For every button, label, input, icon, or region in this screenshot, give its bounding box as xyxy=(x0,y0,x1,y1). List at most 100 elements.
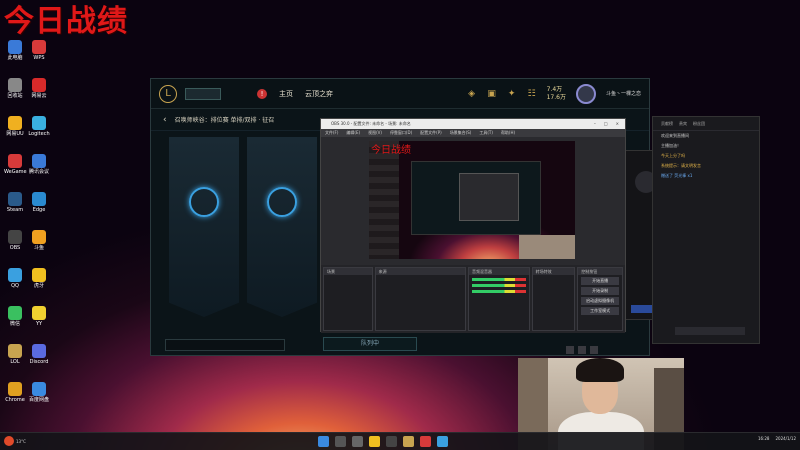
close-icon[interactable]: × xyxy=(616,119,619,129)
menu-scenes[interactable]: 场景集合(S) xyxy=(450,129,472,137)
desktop-icon[interactable]: 此电脑 xyxy=(4,40,26,61)
sources-dock-title: 来源 xyxy=(375,268,466,275)
task-view-icon[interactable] xyxy=(352,436,363,447)
chat-input[interactable] xyxy=(165,339,285,351)
desktop-icon-label: 微信 xyxy=(9,321,20,327)
desktop-icon[interactable]: Discord xyxy=(28,344,50,365)
menu-tools[interactable]: 工具(T) xyxy=(479,129,493,137)
app-icon xyxy=(8,306,22,320)
desktop-icon[interactable]: 斗鱼 xyxy=(28,230,50,251)
desktop-icon[interactable]: YY xyxy=(28,306,50,327)
nav-events[interactable]: ◈ xyxy=(467,89,477,99)
start-recording-button[interactable]: 开始录制 xyxy=(581,287,619,295)
studio-mode-button[interactable]: 工作室模式 xyxy=(581,307,619,315)
lol-taskbar-icon[interactable] xyxy=(403,436,414,447)
nav-collection[interactable]: ✦ xyxy=(507,89,517,99)
chat-tab[interactable]: 贵宾 xyxy=(679,121,687,127)
menu-profile[interactable]: 配置文件(P) xyxy=(420,129,442,137)
chat-tab[interactable]: 贡献榜 xyxy=(661,121,673,127)
desktop-icon[interactable]: QQ xyxy=(4,268,26,289)
nav-loot[interactable]: ☷ xyxy=(527,89,537,99)
desktop-icon[interactable]: 回收站 xyxy=(4,78,26,99)
loot-icon: ☷ xyxy=(527,88,536,99)
desktop-icon[interactable]: 百度网盘 xyxy=(28,382,50,403)
nav-store[interactable]: ▣ xyxy=(487,89,497,99)
desktop-icon-label: OBS xyxy=(9,245,21,251)
desktop-icon[interactable]: 微信 xyxy=(4,306,26,327)
menu-file[interactable]: 文件(F) xyxy=(325,129,338,137)
nav-home[interactable]: 主页 xyxy=(279,89,293,99)
desktop-icon[interactable]: Logitech xyxy=(28,116,50,137)
nav-cloud[interactable]: 云顶之弈 xyxy=(305,89,333,99)
desktop-icon[interactable]: Edge xyxy=(28,192,50,213)
obs-titlebar: OBS 30.0 - 配置文件: 未命名 - 场景: 未命名 – □ × xyxy=(321,119,625,129)
chat-tabs: 贡献榜 贵宾 粉丝团 xyxy=(653,117,759,131)
tray-date[interactable]: 2024/1/12 xyxy=(775,436,796,441)
desktop-icon[interactable]: 虎牙 xyxy=(28,268,50,289)
obs-preview[interactable]: 今日战绩 xyxy=(369,141,575,259)
desktop-icon[interactable]: Steam xyxy=(4,192,26,213)
chat-message: 欢迎来到直播间 xyxy=(661,133,689,138)
desktop-icon-label: 腾讯会议 xyxy=(28,169,49,175)
desktop-icon[interactable]: WPS xyxy=(28,40,50,61)
app-icon xyxy=(32,116,46,130)
system-tray: 16:28 2024/1/12 xyxy=(758,436,796,441)
menu-docks[interactable]: 停靠窗口(D) xyxy=(390,129,412,137)
app-icon xyxy=(8,116,22,130)
controls-dock: 控制按钮 开始直播 开始录制 启动虚拟摄像机 工作室模式 xyxy=(577,267,623,331)
back-button[interactable]: ‹ xyxy=(163,115,167,125)
chat-message: 赠送了 荧光棒 x1 xyxy=(661,173,693,178)
preview-overlay-text: 今日战绩 xyxy=(371,145,411,156)
virtual-camera-button[interactable]: 启动虚拟摄像机 xyxy=(581,297,619,305)
app-icon xyxy=(32,382,46,396)
app-icon xyxy=(8,382,22,396)
player-name: 斗鱼丶一棵之恋 xyxy=(605,91,641,97)
start-streaming-button[interactable]: 开始直播 xyxy=(581,277,619,285)
live-chat-panel: 贡献榜 贵宾 粉丝团 欢迎来到直播间 主播加油！ 今天上分了吗 系统提示：请文明… xyxy=(652,116,760,344)
banner-ring-icon xyxy=(189,187,219,217)
windows-start-icon[interactable] xyxy=(318,436,329,447)
desktop-icon[interactable]: 网易UU xyxy=(4,116,26,137)
desktop-icon-label: 百度网盘 xyxy=(28,397,49,403)
chat-message: 系统提示：请文明发言 xyxy=(661,163,701,168)
webcam-control-button[interactable] xyxy=(566,346,574,354)
search-icon[interactable] xyxy=(335,436,346,447)
file-explorer-icon[interactable] xyxy=(369,436,380,447)
desktop-icon[interactable]: 网易云 xyxy=(28,78,50,99)
obs-taskbar-icon[interactable] xyxy=(386,436,397,447)
store-icon: ▣ xyxy=(487,88,496,99)
webcam-control-button[interactable] xyxy=(578,346,586,354)
chat-message: 今天上分了吗 xyxy=(661,153,685,158)
tray-time[interactable]: 16:28 xyxy=(758,436,770,441)
desktop-icon[interactable]: LOL xyxy=(4,344,26,365)
app-icon xyxy=(32,78,46,92)
preview-obs-window xyxy=(459,173,519,221)
queue-button[interactable]: 队列中 xyxy=(323,337,417,351)
desktop-icon[interactable]: Chrome xyxy=(4,382,26,403)
desktop-icon-label: 虎牙 xyxy=(33,283,44,289)
menu-view[interactable]: 视图(V) xyxy=(368,129,382,137)
audio-meter xyxy=(472,284,526,287)
desktop-icon[interactable]: OBS xyxy=(4,230,26,251)
lol-top-bar: L ! 主页 云顶之弈 ◈ ▣ ✦ ☷ 7.4万 17.6万 斗鱼丶一棵之恋 xyxy=(151,79,649,109)
menu-help[interactable]: 帮助(H) xyxy=(501,129,515,137)
app-icon xyxy=(8,230,22,244)
maximize-icon[interactable]: □ xyxy=(604,119,608,129)
lol-logo-icon[interactable]: L xyxy=(159,84,177,103)
alert-icon[interactable]: ! xyxy=(257,88,267,99)
webcam-control-button[interactable] xyxy=(590,346,598,354)
desktop-icon-label: WPS xyxy=(33,55,45,61)
desktop-icon[interactable]: WeGame xyxy=(4,154,27,175)
player-avatar[interactable] xyxy=(575,83,596,104)
taskbar-weather[interactable]: 13°C xyxy=(4,436,26,446)
wegame-taskbar-icon[interactable] xyxy=(420,436,431,447)
app-icon xyxy=(32,344,46,358)
menu-edit[interactable]: 编辑(E) xyxy=(346,129,360,137)
chat-send-input[interactable] xyxy=(675,327,745,335)
minimize-icon[interactable]: – xyxy=(594,119,596,129)
desktop-icon-label: Logitech xyxy=(28,131,50,137)
play-button[interactable] xyxy=(185,87,221,100)
desktop-icon[interactable]: 腾讯会议 xyxy=(28,154,50,175)
qq-taskbar-icon[interactable] xyxy=(437,436,448,447)
chat-tab[interactable]: 粉丝团 xyxy=(693,121,705,127)
